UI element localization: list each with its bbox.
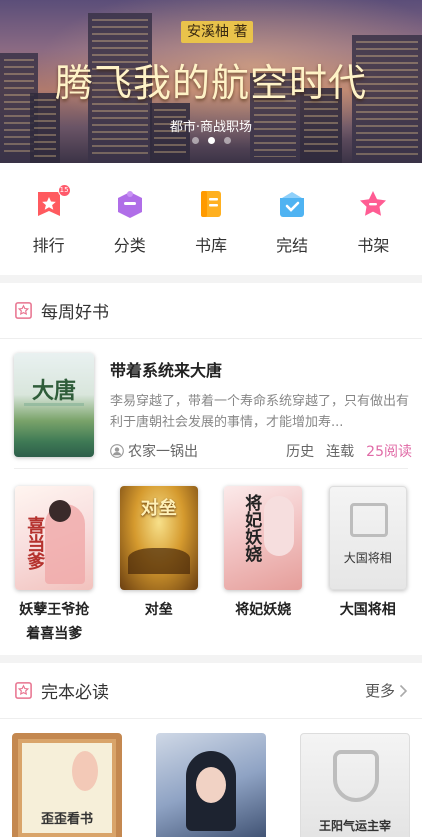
book-reads: 25阅读 — [366, 444, 412, 460]
book-cover: 大国将相 — [328, 486, 407, 590]
book-cover: 将妃妖娆 — [224, 486, 303, 590]
cover-title: 大国将相 — [343, 551, 392, 565]
bookshelf-icon — [357, 188, 389, 220]
complete-section: 完本必读 更多 歪歪看书 王阳气运主宰 — [0, 663, 422, 837]
book-description: 李易穿越了，带着一个寿命系统穿越了，只有做出有利于唐朝社会发展的事情，才能增加寿… — [110, 394, 410, 430]
book-cover: 对垒 — [119, 486, 198, 590]
book-cover[interactable]: 王阳气运主宰 — [300, 733, 410, 837]
book-cover: 喜当爹 — [15, 486, 94, 590]
ranking-badge: 15 — [57, 184, 71, 197]
bookmark-icon — [15, 302, 32, 319]
featured-book[interactable]: 大唐 带着系统来大唐 李易穿越了，带着一个寿命系统穿越了，只有做出有利于唐朝社会… — [14, 353, 412, 461]
carousel-dot[interactable] — [191, 137, 199, 144]
book-author[interactable]: 农家一锅出 — [128, 441, 198, 461]
user-icon — [110, 444, 124, 458]
book-cover[interactable] — [156, 733, 266, 837]
nav-label: 完结 — [276, 236, 309, 255]
book-card[interactable]: 喜当爹 妖孽王爷抢着喜当爹 — [13, 486, 95, 646]
book-title: 妖孽王爷抢着喜当爹 — [19, 602, 90, 642]
cover-title: 王阳气运主宰 — [318, 819, 391, 833]
banner-title: 腾飞我的航空时代 — [54, 61, 367, 105]
divider — [14, 468, 408, 469]
book-grid: 歪歪看书 王阳气运主宰 — [0, 733, 422, 837]
cover-title: 喜当爹 — [24, 516, 46, 570]
library-icon — [195, 188, 227, 220]
carousel-dot-active[interactable] — [207, 137, 215, 144]
nav-item-library[interactable]: 书库 — [181, 163, 241, 275]
book-category: 历史 — [286, 444, 315, 460]
nav-label: 书库 — [194, 236, 227, 255]
book-meta: 农家一锅出 历史 连载 25阅读 — [110, 441, 412, 461]
nav-item-bookshelf[interactable]: 书架 — [343, 163, 403, 275]
book-grid: 喜当爹 妖孽王爷抢着喜当爹 对垒 对垒 将妃妖娆 将妃妖娆 大国将相 大国将相 — [0, 486, 422, 646]
nav-item-ranking[interactable]: 15 排行 — [19, 163, 79, 275]
nav-label: 排行 — [32, 236, 65, 255]
section-header: 完本必读 更多 — [0, 663, 422, 719]
book-status: 连载 — [326, 444, 355, 460]
cover-title: 大唐 — [31, 378, 76, 404]
book-title: 大国将相 — [339, 602, 396, 618]
featured-info: 带着系统来大唐 李易穿越了，带着一个寿命系统穿越了，只有做出有利于唐朝社会发展的… — [110, 353, 412, 461]
book-title: 对垒 — [144, 602, 173, 618]
finished-icon — [276, 188, 308, 220]
nav-label: 分类 — [113, 236, 146, 255]
hero-banner[interactable]: 安溪柚 著 腾飞我的航空时代 都市·商战职场 — [0, 0, 422, 163]
more-label: 更多 — [364, 682, 395, 700]
nav-label: 书架 — [357, 236, 390, 255]
book-title[interactable]: 带着系统来大唐 — [110, 357, 412, 381]
book-cover: 大唐 — [14, 353, 94, 457]
book-card[interactable]: 对垒 对垒 — [118, 486, 200, 646]
cover-title: 对垒 — [140, 498, 177, 519]
section-title: 完本必读 — [41, 683, 109, 703]
chevron-right-icon — [399, 684, 408, 697]
carousel-dots — [0, 137, 422, 144]
carousel-dot[interactable] — [223, 137, 231, 144]
nav-item-finished[interactable]: 完结 — [262, 163, 322, 275]
book-card[interactable]: 大国将相 大国将相 — [327, 486, 409, 646]
weekly-section: 每周好书 大唐 带着系统来大唐 李易穿越了，带着一个寿命系统穿越了，只有做出有利… — [0, 283, 422, 655]
ranking-icon: 15 — [33, 184, 71, 220]
book-title: 将妃妖娆 — [235, 602, 292, 618]
section-header: 每周好书 — [0, 283, 422, 339]
banner-subtitle: 都市·商战职场 — [169, 120, 253, 135]
section-title: 每周好书 — [41, 303, 109, 323]
cover-title: 歪歪看书 — [40, 812, 93, 827]
book-card[interactable]: 将妃妖娆 将妃妖娆 — [222, 486, 304, 646]
nav-item-category[interactable]: 分类 — [100, 163, 160, 275]
category-nav: 15 排行 分类 书库 完结 书架 — [0, 163, 422, 275]
category-icon — [114, 188, 146, 220]
author-tag: 安溪柚 著 — [181, 21, 254, 43]
more-link[interactable]: 更多 — [365, 680, 408, 701]
book-cover[interactable]: 歪歪看书 — [12, 733, 122, 837]
cover-title: 将妃妖娆 — [241, 494, 262, 562]
bookmark-icon — [15, 682, 32, 699]
